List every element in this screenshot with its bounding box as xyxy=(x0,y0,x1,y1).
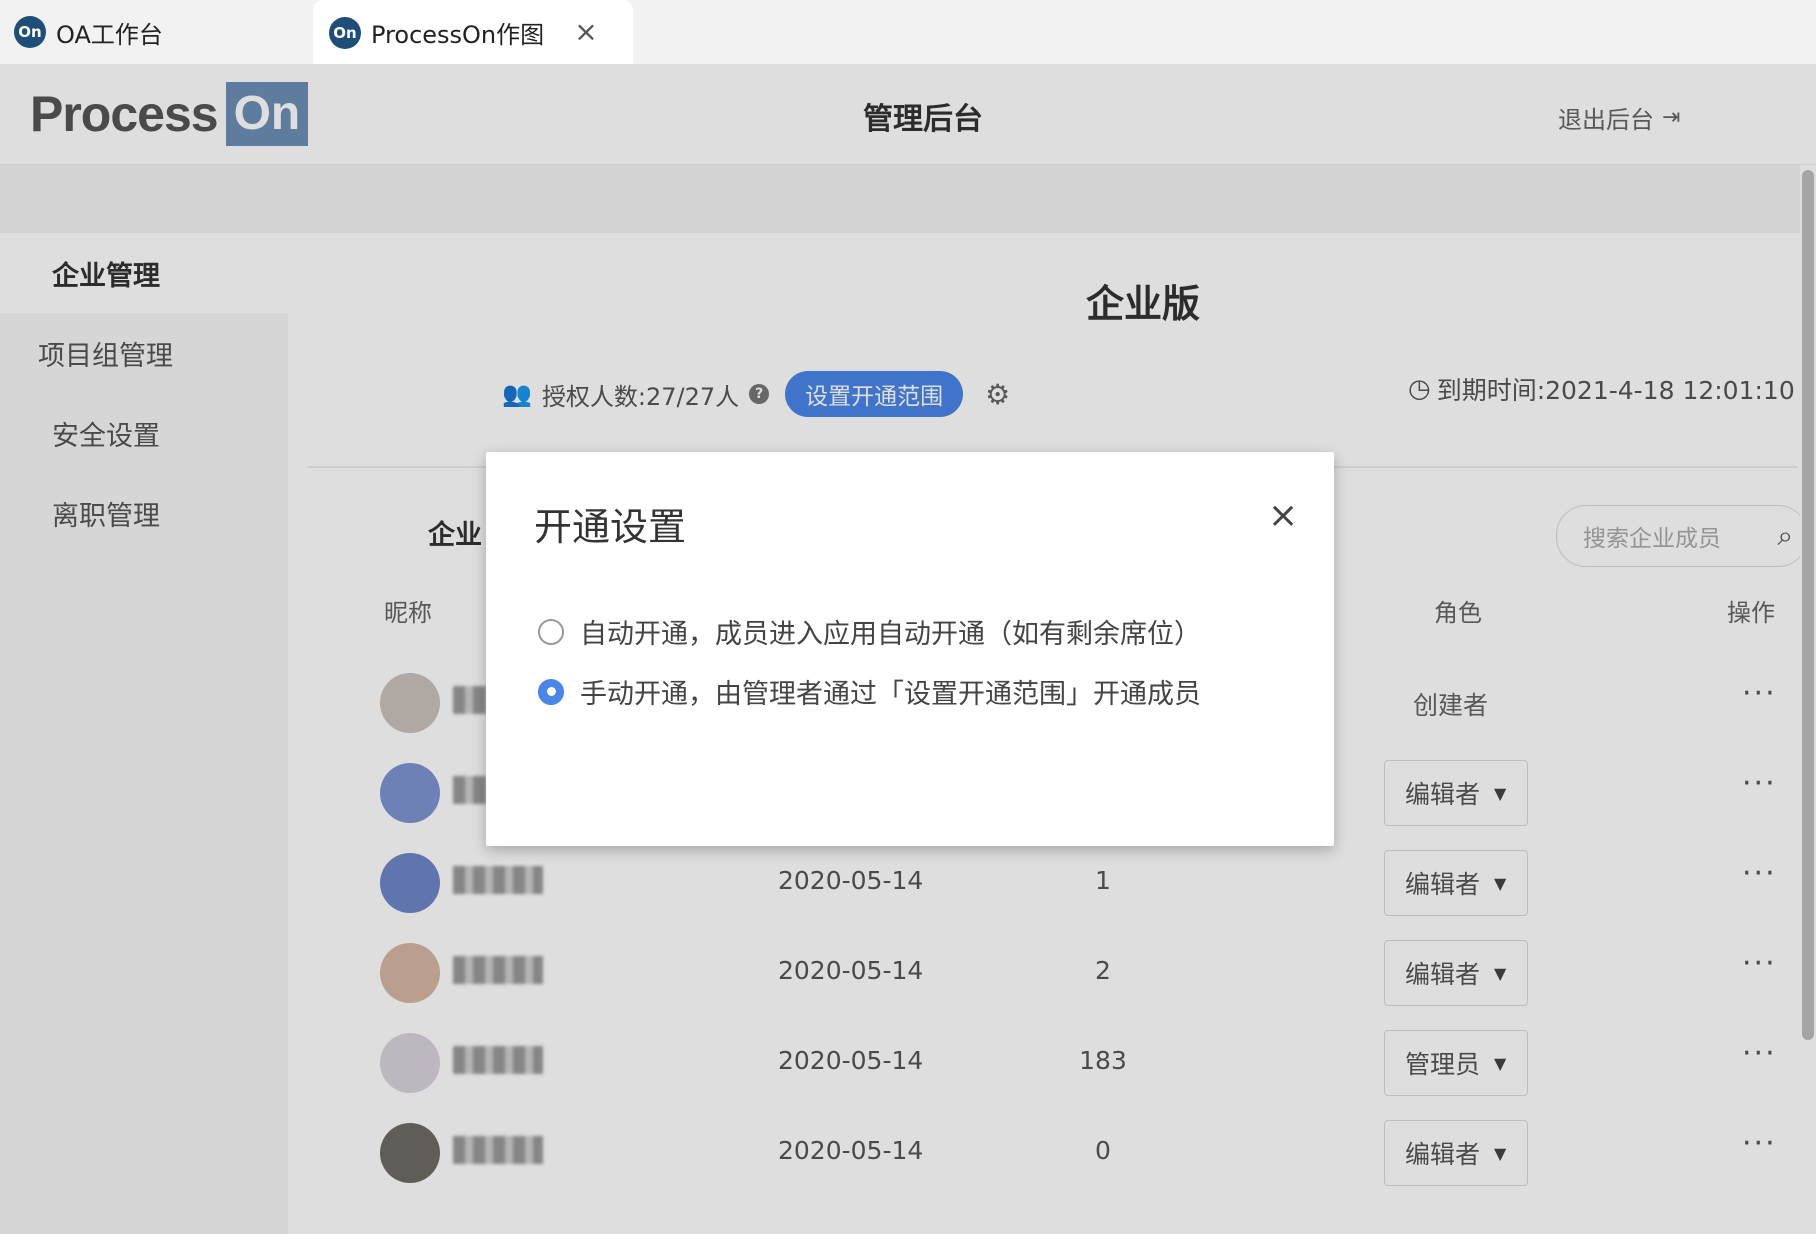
activation-settings-dialog: 开通设置 × 自动开通，成员进入应用自动开通（如有剩余席位） 手动开通，由管理者… xyxy=(486,452,1334,846)
tab-oa-workbench[interactable]: On OA工作台 xyxy=(0,0,313,64)
radio-button-checked[interactable] xyxy=(538,678,564,705)
option-label: 自动开通，成员进入应用自动开通（如有剩余席位） xyxy=(580,619,1201,650)
browser-tab-bar: On OA工作台 On ProcessOn作图 × xyxy=(0,0,1816,65)
radio-button[interactable] xyxy=(538,618,564,645)
close-icon[interactable]: × xyxy=(1268,496,1298,536)
option-auto-activate[interactable]: 自动开通，成员进入应用自动开通（如有剩余席位） xyxy=(538,612,1201,651)
tab-label: ProcessOn作图 xyxy=(371,21,545,49)
processon-logo-icon: On xyxy=(329,16,361,49)
close-icon[interactable]: × xyxy=(569,14,603,48)
option-label: 手动开通，由管理者通过「设置开通范围」开通成员 xyxy=(580,679,1201,710)
tab-processon[interactable]: On ProcessOn作图 × xyxy=(313,0,633,65)
dialog-title: 开通设置 xyxy=(534,505,687,549)
option-manual-activate[interactable]: 手动开通，由管理者通过「设置开通范围」开通成员 xyxy=(538,672,1201,711)
tab-label: OA工作台 xyxy=(56,20,163,49)
processon-logo-icon: On xyxy=(14,16,46,48)
